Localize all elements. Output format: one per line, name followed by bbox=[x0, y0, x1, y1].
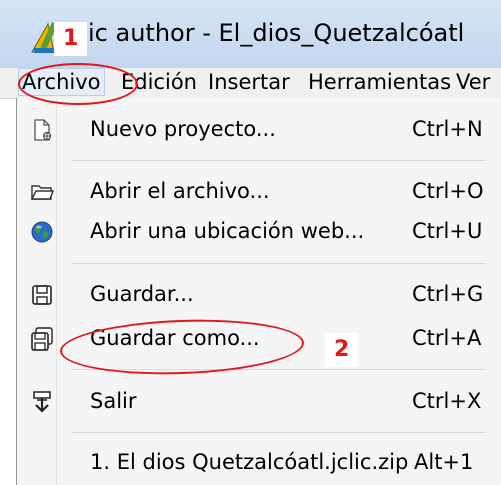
menu-item-shortcut: Ctrl+G bbox=[412, 282, 484, 306]
menu-separator bbox=[72, 160, 485, 161]
menu-herramientas[interactable]: Herramientas bbox=[306, 70, 453, 94]
menu-item-shortcut: Alt+1 bbox=[414, 450, 474, 474]
menu-item-shortcut: Ctrl+A bbox=[412, 326, 482, 350]
menu-item-label: Salir bbox=[90, 389, 137, 413]
save-as-icon bbox=[31, 327, 53, 351]
menu-item-abrir-ubicacion-web[interactable]: Abrir una ubicación web... Ctrl+U bbox=[16, 212, 501, 252]
menu-insertar[interactable]: Insertar bbox=[206, 70, 292, 94]
save-icon bbox=[32, 285, 52, 305]
menu-item-shortcut: Ctrl+U bbox=[412, 219, 483, 243]
menu-item-shortcut: Ctrl+O bbox=[412, 179, 484, 203]
menu-item-label: Nuevo proyecto... bbox=[90, 117, 276, 141]
menu-ver[interactable]: Ver bbox=[454, 70, 492, 94]
menu-item-abrir-archivo[interactable]: Abrir el archivo... Ctrl+O bbox=[16, 172, 501, 212]
annotation-step-1: 1 bbox=[54, 22, 88, 56]
menu-separator bbox=[72, 432, 485, 433]
menu-item-shortcut: Ctrl+N bbox=[412, 117, 483, 141]
menu-item-nuevo-proyecto[interactable]: Nuevo proyecto... Ctrl+N bbox=[16, 110, 501, 150]
open-folder-icon bbox=[30, 185, 54, 200]
menu-item-label: Guardar... bbox=[90, 282, 194, 306]
menu-item-salir[interactable]: Salir Ctrl+X bbox=[16, 382, 501, 422]
annotation-oval-archivo bbox=[18, 63, 138, 105]
menu-item-label: 1. El dios Quetzalcóatl.jclic.zip bbox=[90, 450, 409, 474]
menu-item-recent-file[interactable]: 1. El dios Quetzalcóatl.jclic.zip Alt+1 bbox=[16, 443, 501, 483]
menu-separator bbox=[72, 263, 485, 264]
annotation-step-2: 2 bbox=[325, 333, 359, 367]
exit-icon bbox=[33, 391, 51, 413]
menu-item-shortcut: Ctrl+X bbox=[412, 389, 482, 413]
menu-item-label: Abrir el archivo... bbox=[90, 179, 270, 203]
globe-icon bbox=[31, 221, 53, 243]
menu-item-label: Abrir una ubicación web... bbox=[90, 219, 365, 243]
menu-item-guardar[interactable]: Guardar... Ctrl+G bbox=[16, 275, 501, 315]
new-project-icon bbox=[34, 119, 52, 141]
window-title: ic author - El_dios_Quetzalcóatl bbox=[88, 19, 465, 47]
